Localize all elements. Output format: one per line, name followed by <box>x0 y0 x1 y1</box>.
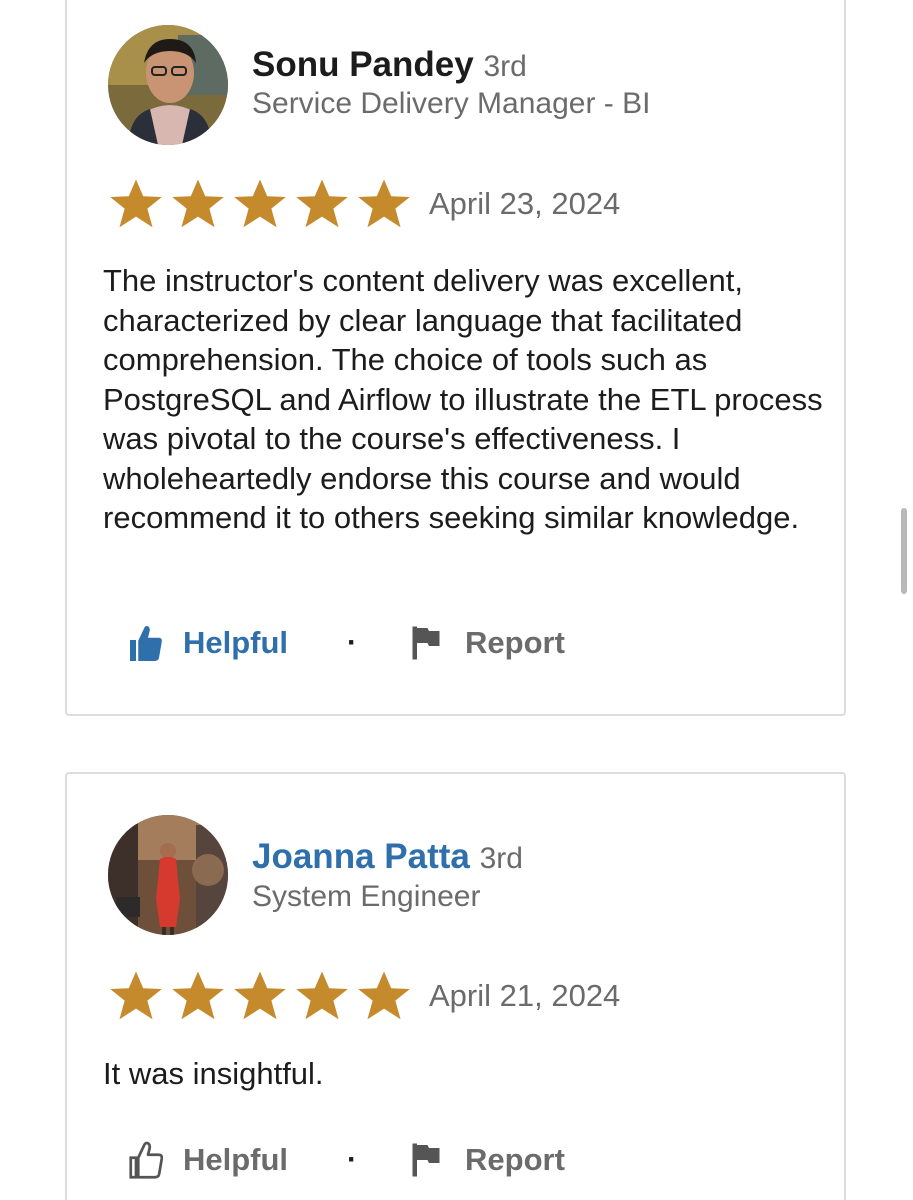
thumbs-up-filled-icon <box>130 626 162 661</box>
review-date: April 23, 2024 <box>429 186 621 221</box>
reviews-page: Sonu Pandey 3rd Service Delivery Manager… <box>0 0 913 1200</box>
flag-icon <box>412 626 440 660</box>
helpful-button[interactable]: Helpful <box>127 618 288 668</box>
star-icon <box>358 179 410 228</box>
report-label: Report <box>465 625 565 660</box>
separator-dot: · <box>347 1143 357 1176</box>
star-icon <box>234 179 286 228</box>
star-icon <box>296 971 348 1020</box>
connection-degree: 3rd <box>479 842 523 875</box>
reviewer-name[interactable]: Sonu Pandey <box>252 45 474 84</box>
review-actions: Helpful · Report <box>127 618 607 668</box>
helpful-label: Helpful <box>183 625 289 660</box>
reviewer-avatar[interactable] <box>108 815 228 935</box>
star-rating <box>105 970 415 1022</box>
reviewer-headline: Service Delivery Manager - BI <box>252 87 651 120</box>
reviewer-name-line: Sonu Pandey 3rd <box>252 45 527 87</box>
star-icon <box>172 179 224 228</box>
star-icon <box>110 179 162 228</box>
report-button[interactable]: Report <box>411 1135 565 1185</box>
review-card: Joanna Patta 3rd System Engineer April 2… <box>65 772 846 1200</box>
star-icon <box>296 179 348 228</box>
helpful-button[interactable]: Helpful <box>127 1135 288 1185</box>
star-rating <box>105 178 415 230</box>
connection-degree: 3rd <box>483 50 527 83</box>
star-icon <box>234 971 286 1020</box>
review-text: The instructor's content delivery was ex… <box>103 263 823 535</box>
star-icon <box>110 971 162 1020</box>
reviewer-name[interactable]: Joanna Patta <box>252 837 470 876</box>
helpful-label: Helpful <box>183 1142 289 1177</box>
thumbs-up-outline-icon <box>129 1141 163 1179</box>
review-card: Sonu Pandey 3rd Service Delivery Manager… <box>65 0 846 716</box>
reviewer-headline: System Engineer <box>252 880 481 913</box>
reviewer-name-line: Joanna Patta 3rd <box>252 837 523 879</box>
review-actions: Helpful · Report <box>127 1135 607 1185</box>
flag-icon <box>412 1143 440 1177</box>
review-date: April 21, 2024 <box>429 978 621 1013</box>
reviewer-avatar[interactable] <box>108 25 228 145</box>
report-button[interactable]: Report <box>411 618 565 668</box>
star-icon <box>172 971 224 1020</box>
star-icon <box>358 971 410 1020</box>
separator-dot: · <box>347 626 357 659</box>
report-label: Report <box>465 1142 565 1177</box>
review-text: It was insightful. <box>103 1056 324 1091</box>
scrollbar-thumb[interactable] <box>901 508 907 594</box>
